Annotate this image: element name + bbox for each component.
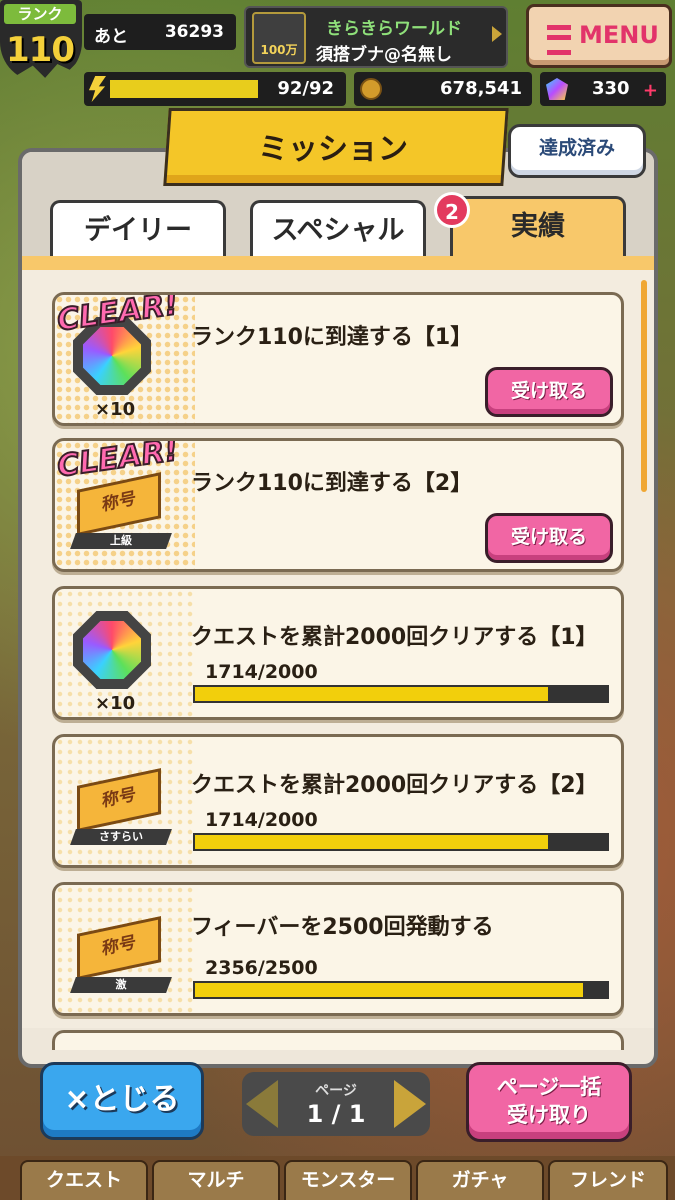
- claim-button[interactable]: 受け取る: [485, 513, 613, 563]
- add-gems-icon[interactable]: +: [643, 80, 658, 101]
- mission-title: ランク110に到達する【2】: [191, 471, 473, 496]
- hamburger-icon: [547, 25, 571, 55]
- tab-strip: [22, 256, 654, 270]
- next-page-icon[interactable]: [394, 1080, 426, 1128]
- nav-quest[interactable]: クエスト: [20, 1160, 148, 1200]
- reward-quantity: ×10: [95, 693, 136, 714]
- title-grade: 上級: [110, 534, 132, 547]
- title-grade: 激: [115, 978, 127, 991]
- progress-fill: [195, 835, 549, 849]
- rank-label: ランク: [4, 4, 76, 24]
- progress-fill: [195, 687, 549, 701]
- gem-value: 330: [592, 78, 630, 99]
- progress-track: [193, 833, 609, 851]
- world-panel[interactable]: 100万 きらきらワールド 須搭ブナ@名無し: [244, 6, 508, 68]
- tab-daily[interactable]: デイリー: [50, 200, 226, 256]
- progress-label: 1714/2000: [205, 809, 318, 831]
- mission-title: クエストを累計2000回クリアする【1】: [191, 625, 598, 650]
- mission-card: 称号 さすらい クエストを累計2000回クリアする【2】 1714/2000: [52, 734, 624, 868]
- mission-title: ランク110に到達する【1】: [191, 325, 473, 350]
- world-badge-icon: 100万: [252, 12, 306, 64]
- stamina-bar: 92/92: [84, 72, 346, 106]
- tab-special[interactable]: スペシャル: [250, 200, 426, 256]
- progress-track: [193, 685, 609, 703]
- gem-counter[interactable]: 330 +: [540, 72, 666, 106]
- bottom-nav: クエスト マルチ モンスター ガチャ フレンド: [0, 1156, 675, 1200]
- bulk-claim-line1: ページ一括: [496, 1075, 602, 1099]
- modal-title: ミッション: [258, 132, 408, 167]
- coin-counter: 678,541: [354, 72, 532, 106]
- mission-title: クエストを累計2000回クリアする【2】: [191, 773, 598, 798]
- mission-card: CLEAR! ×10 ランク110に到達する【1】 受け取る: [52, 292, 624, 426]
- next-rank-exp: あと 36293: [84, 14, 236, 50]
- progress-label: 1714/2000: [205, 661, 318, 683]
- stamina-value: 92/92: [277, 78, 334, 99]
- world-user: 須搭ブナ@名無し: [316, 45, 452, 65]
- orb-icon: [546, 78, 568, 100]
- world-name: きらきらワールド: [326, 19, 462, 39]
- reward-quantity: ×10: [95, 399, 136, 420]
- coin-value: 678,541: [440, 78, 522, 99]
- orb-icon-inner: [83, 327, 141, 385]
- nav-gacha[interactable]: ガチャ: [416, 1160, 544, 1200]
- next-value: 36293: [164, 22, 224, 42]
- mission-card: 称号 激 フィーバーを2500回発動する 2356/2500: [52, 882, 624, 1016]
- menu-label: MENU: [579, 21, 659, 49]
- tab-achievements[interactable]: 実績: [450, 196, 626, 258]
- title-grade: さすらい: [99, 830, 143, 843]
- mission-card: 称号 上級 CLEAR! ランク110に到達する【2】 受け取る: [52, 438, 624, 572]
- stamina-fill: [110, 80, 258, 98]
- top-hud: ランク 110 あと 36293 100万 きらきらワールド 須搭ブナ@名無し …: [0, 0, 675, 110]
- menu-button[interactable]: MENU: [526, 4, 672, 68]
- progress-fill: [195, 983, 584, 997]
- nav-friend[interactable]: フレンド: [548, 1160, 668, 1200]
- mission-card: ×10 クエストを累計2000回クリアする【1】 1714/2000: [52, 586, 624, 720]
- nav-multi[interactable]: マルチ: [152, 1160, 280, 1200]
- chevron-right-icon: [492, 26, 502, 42]
- rank-value: 110: [6, 30, 75, 70]
- list-scrollbar[interactable]: [641, 280, 647, 492]
- close-button[interactable]: ×とじる: [40, 1062, 204, 1140]
- mission-title: フィーバーを2500回発動する: [191, 915, 494, 940]
- notification-badge: 2: [434, 192, 470, 228]
- stamina-track: [110, 80, 258, 98]
- lightning-icon: [88, 76, 106, 102]
- pager: ページ 1 / 1: [242, 1072, 430, 1136]
- progress-label: 2356/2500: [205, 957, 318, 979]
- bulk-claim-button[interactable]: ページ一括 受け取り: [466, 1062, 632, 1142]
- coin-icon: [360, 78, 382, 100]
- progress-track: [193, 981, 609, 999]
- next-label: あと: [94, 27, 128, 47]
- completed-missions-button[interactable]: 達成済み: [508, 124, 646, 178]
- claim-button[interactable]: 受け取る: [485, 367, 613, 417]
- mission-card-partial: [52, 1030, 624, 1050]
- orb-icon-inner: [83, 621, 141, 679]
- nav-monster[interactable]: モンスター: [284, 1160, 412, 1200]
- bulk-claim-line2: 受け取り: [507, 1103, 591, 1127]
